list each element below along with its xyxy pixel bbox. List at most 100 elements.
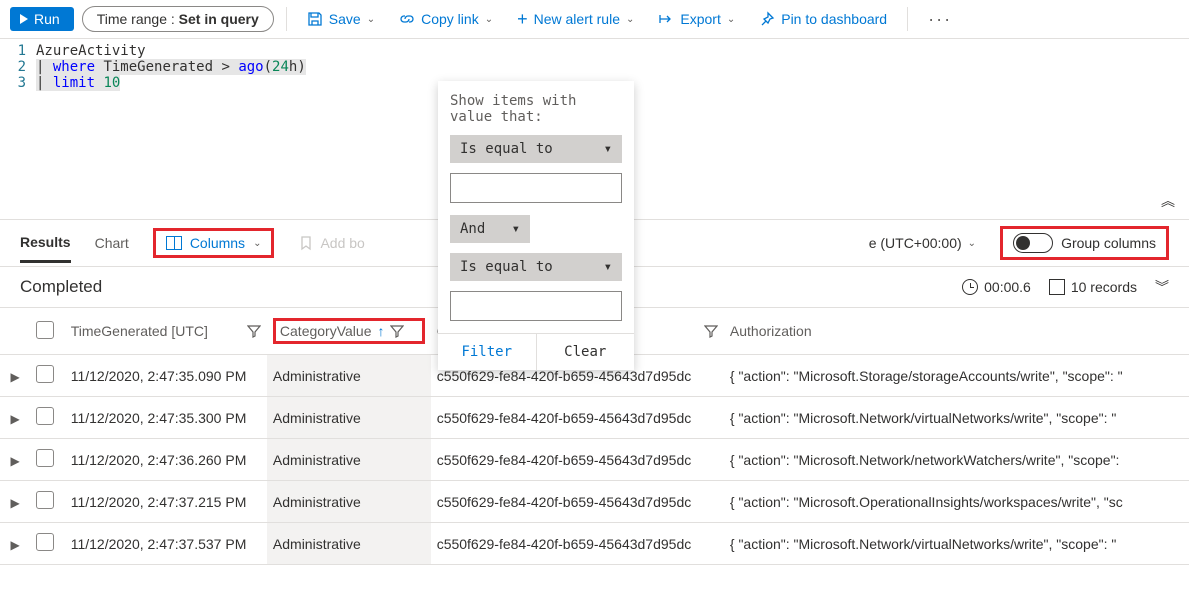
code-line: | limit 10: [36, 75, 120, 91]
cell-authorization: { "action": "Microsoft.Storage/storageAc…: [724, 355, 1189, 397]
columns-icon: [166, 236, 182, 250]
cell-time: 11/12/2020, 2:47:37.215 PM: [65, 481, 267, 523]
save-icon: [307, 11, 323, 27]
filter-op1-label: Is equal to: [460, 141, 553, 157]
records-icon: [1049, 279, 1065, 295]
pin-icon: [759, 11, 775, 27]
columns-label: Columns: [190, 235, 245, 251]
filter-conjunction[interactable]: And ▾: [450, 215, 530, 243]
filter-value-2[interactable]: [450, 291, 622, 321]
row-checkbox[interactable]: [36, 491, 54, 509]
expand-row-icon[interactable]: ▶: [11, 412, 20, 426]
filter-operator-2[interactable]: Is equal to ▾: [450, 253, 622, 281]
status-completed: Completed: [20, 277, 102, 297]
cell-time: 11/12/2020, 2:47:37.537 PM: [65, 523, 267, 565]
pin-button[interactable]: Pin to dashboard: [751, 7, 895, 31]
table-row: ▶11/12/2020, 2:47:35.300 PMAdministrativ…: [0, 397, 1189, 439]
time-range-picker[interactable]: Time range : Set in query: [82, 6, 274, 32]
chevron-down-icon: ⌄: [626, 14, 634, 25]
column-header-category[interactable]: CategoryValue ↑: [273, 318, 425, 344]
cell-category: Administrative: [267, 355, 431, 397]
row-checkbox[interactable]: [36, 407, 54, 425]
clock-icon: [962, 279, 978, 295]
column-label: Authorization: [730, 323, 812, 339]
code-line: AzureActivity: [36, 43, 146, 59]
column-filter-popup: Show items with value that: Is equal to …: [438, 81, 634, 370]
cell-authorization: { "action": "Microsoft.Network/virtualNe…: [724, 397, 1189, 439]
save-button[interactable]: Save ⌄: [299, 7, 383, 31]
separator: [907, 7, 908, 31]
timerange-value: Set in query: [179, 11, 259, 27]
more-button[interactable]: ···: [920, 9, 960, 30]
export-icon: [658, 11, 674, 27]
row-checkbox[interactable]: [36, 365, 54, 383]
cell-time: 11/12/2020, 2:47:36.260 PM: [65, 439, 267, 481]
cell-category: Administrative: [267, 439, 431, 481]
new-alert-button[interactable]: + New alert rule ⌄: [509, 7, 642, 31]
row-checkbox[interactable]: [36, 449, 54, 467]
group-columns-toggle[interactable]: [1013, 233, 1053, 253]
play-icon: [20, 14, 28, 24]
columns-button[interactable]: Columns ⌄: [153, 228, 275, 258]
expand-results-icon[interactable]: ︾: [1155, 277, 1169, 297]
pin-label: Pin to dashboard: [781, 11, 887, 27]
save-label: Save: [329, 11, 361, 27]
sort-asc-icon[interactable]: ↑: [377, 323, 384, 339]
clear-filter-button[interactable]: Clear: [536, 334, 635, 370]
expand-row-icon[interactable]: ▶: [11, 454, 20, 468]
cell-authorization: { "action": "Microsoft.Network/virtualNe…: [724, 523, 1189, 565]
add-bookmark-label: Add bo: [320, 235, 364, 251]
display-time-label: e (UTC+00:00): [869, 235, 962, 251]
line-number: 2: [0, 59, 36, 75]
separator: [286, 7, 287, 31]
display-time-dropdown[interactable]: e (UTC+00:00) ⌄: [869, 235, 976, 251]
cell-authorization: { "action": "Microsoft.Network/networkWa…: [724, 439, 1189, 481]
caret-down-icon: ▾: [512, 221, 520, 237]
query-editor[interactable]: 1AzureActivity 2| where TimeGenerated > …: [0, 39, 1189, 219]
table-row: ▶ 11/12/2020, 2:47:37.215 PMAdministrativ…: [0, 481, 1189, 523]
row-checkbox[interactable]: [36, 533, 54, 551]
filter-icon[interactable]: [704, 324, 718, 338]
record-count: 10 records: [1071, 279, 1137, 295]
cell-category: Administrative: [267, 397, 431, 439]
tab-results[interactable]: Results: [20, 224, 71, 263]
tab-chart[interactable]: Chart: [95, 225, 129, 261]
cell-category: Administrative: [267, 481, 431, 523]
caret-down-icon: ▾: [604, 141, 612, 157]
run-label: Run: [34, 11, 60, 27]
bookmark-icon: [298, 235, 314, 251]
chevron-down-icon: ⌄: [253, 238, 261, 249]
link-icon: [399, 11, 415, 27]
filter-value-1[interactable]: [450, 173, 622, 203]
filter-icon[interactable]: [247, 324, 261, 338]
copy-link-button[interactable]: Copy link ⌄: [391, 7, 501, 31]
cell-correlation: c550f629-fe84-420f-b659-45643d7d95dc: [431, 439, 724, 481]
expand-row-icon[interactable]: ▶: [11, 496, 20, 510]
chevron-down-icon: ⌄: [485, 14, 493, 25]
query-toolbar: Run Time range : Set in query Save ⌄ Cop…: [0, 0, 1189, 39]
select-all-checkbox[interactable]: [36, 321, 54, 339]
filter-op2-label: Is equal to: [460, 259, 553, 275]
copy-link-label: Copy link: [421, 11, 479, 27]
cell-authorization: { "action": "Microsoft.OperationalInsigh…: [724, 481, 1189, 523]
cell-category: Administrative: [267, 523, 431, 565]
cell-correlation: c550f629-fe84-420f-b659-45643d7d95dc: [431, 523, 724, 565]
collapse-editor-icon[interactable]: ︽: [1161, 191, 1175, 211]
line-number: 3: [0, 75, 36, 91]
column-header-time[interactable]: TimeGenerated [UTC]: [71, 323, 261, 339]
filter-icon[interactable]: [390, 324, 404, 338]
run-button[interactable]: Run: [10, 7, 74, 31]
column-header-authorization[interactable]: Authorization: [730, 323, 1183, 339]
filter-operator-1[interactable]: Is equal to ▾: [450, 135, 622, 163]
timerange-label: Time range :: [97, 11, 179, 27]
apply-filter-button[interactable]: Filter: [438, 334, 536, 370]
export-button[interactable]: Export ⌄: [650, 7, 743, 31]
column-label: CategoryValue: [280, 323, 372, 339]
expand-row-icon[interactable]: ▶: [11, 538, 20, 552]
expand-row-icon[interactable]: ▶: [11, 370, 20, 384]
group-columns-control: Group columns: [1000, 226, 1169, 260]
chevron-down-icon: ⌄: [968, 238, 976, 249]
elapsed-time: 00:00.6: [984, 279, 1031, 295]
chevron-down-icon: ⌄: [727, 14, 735, 25]
table-row: ▶ 11/12/2020, 2:47:37.537 PMAdministrativ…: [0, 523, 1189, 565]
